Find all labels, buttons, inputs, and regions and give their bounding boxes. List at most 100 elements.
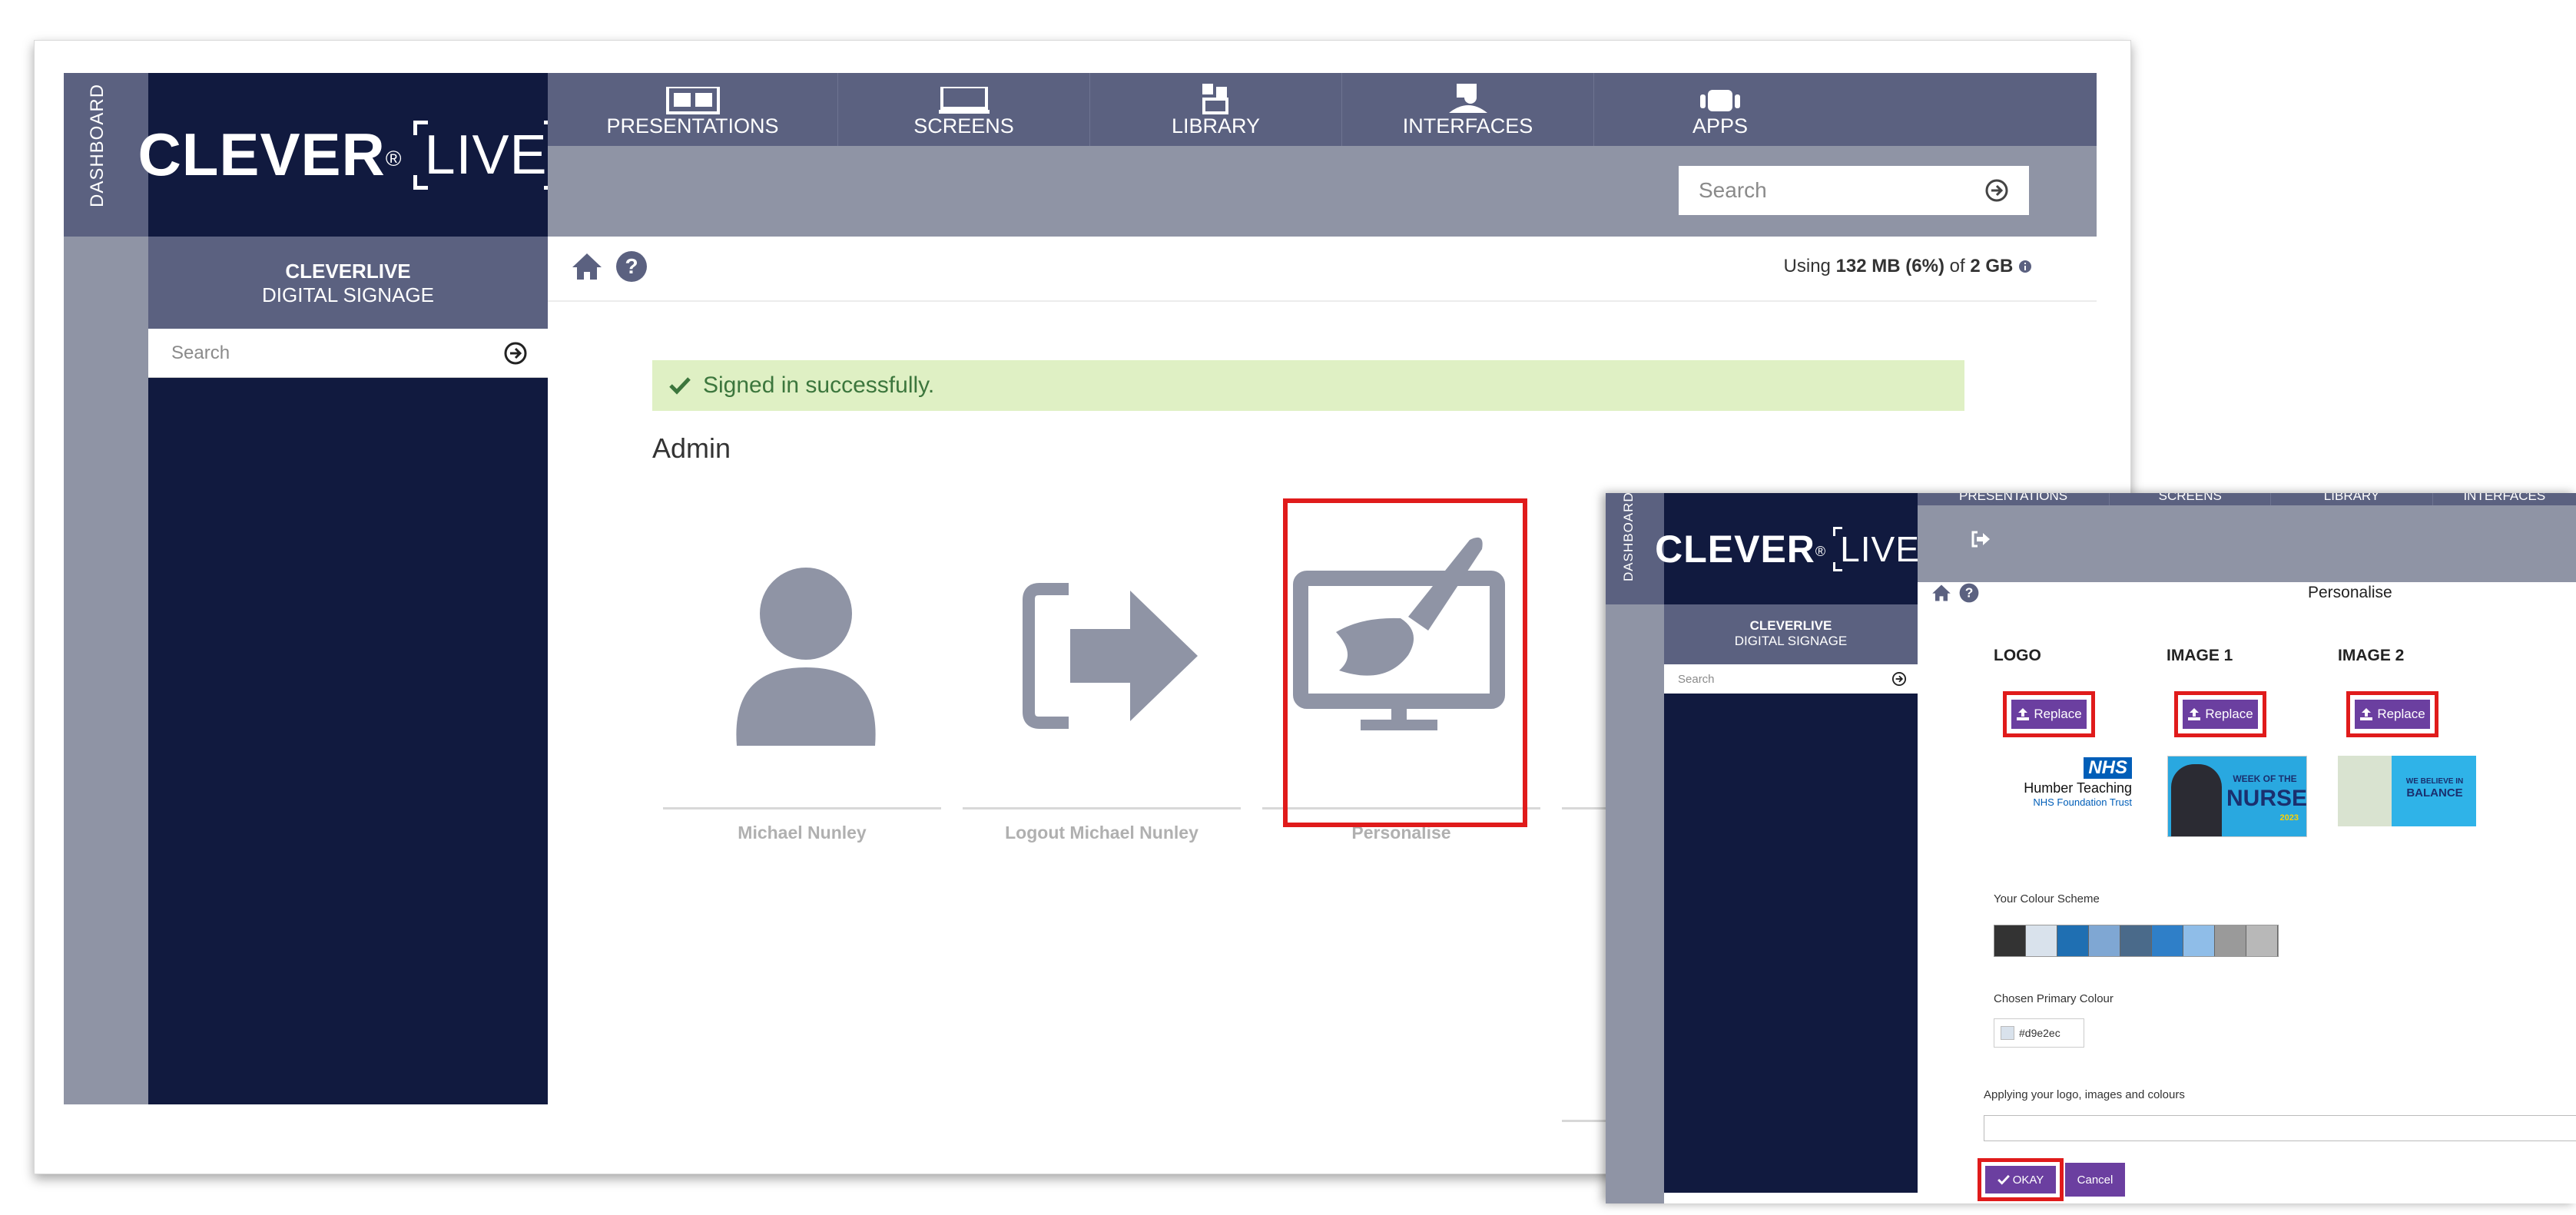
colour-swatch[interactable] xyxy=(2183,925,2215,956)
page-heading: Admin xyxy=(652,432,731,464)
search-placeholder: Search xyxy=(1699,178,1767,202)
logo-line2: NHS Foundation Trust xyxy=(2033,796,2132,808)
colour-swatch[interactable] xyxy=(2026,925,2057,956)
alert-text: Signed in successfully. xyxy=(703,372,935,398)
sidebar-title-line1: CLEVERLIVE xyxy=(285,260,411,283)
search-placeholder: Search xyxy=(171,342,230,363)
nav-library[interactable]: LIBRARY xyxy=(2271,493,2433,505)
tile-label: Logout Michael Nunley xyxy=(1005,823,1198,843)
colour-swatch[interactable] xyxy=(2152,925,2183,956)
colour-swatch[interactable] xyxy=(2215,925,2246,956)
home-icon[interactable] xyxy=(571,252,603,281)
progress-bar xyxy=(1984,1115,2576,1141)
colour-swatch[interactable] xyxy=(1994,925,2026,956)
logo-line1: Humber Teaching xyxy=(2024,780,2132,796)
go-arrow-icon[interactable] xyxy=(1891,671,1907,687)
personalise-window: DASHBOARD CLEVER ® LIVE PRESENTATIONS SC… xyxy=(1606,493,2576,1203)
nav-apps[interactable]: APPS xyxy=(1594,73,1846,146)
colour-swatch[interactable] xyxy=(2246,925,2278,956)
logo-preview: NHS Humber Teaching NHS Foundation Trust xyxy=(2009,757,2132,826)
highlight-personalise xyxy=(1283,498,1527,827)
help-icon[interactable]: ? xyxy=(615,250,648,283)
nav-screens[interactable]: SCREENS xyxy=(2110,493,2272,505)
image1-year: 2023 xyxy=(2279,813,2299,823)
brand-registered: ® xyxy=(385,147,402,171)
tile-rule-partial xyxy=(1562,807,1608,809)
interfaces-icon xyxy=(1448,84,1487,113)
nav-screens[interactable]: SCREENS xyxy=(838,73,1090,146)
colour-scheme-swatches xyxy=(1994,925,2279,957)
svg-text:?: ? xyxy=(1965,585,1974,601)
image1-preview: WEEK OF THE NURSE 2023 xyxy=(2167,756,2307,837)
nav-presentations[interactable]: PRESENTATIONS xyxy=(1918,493,2110,505)
signout-icon[interactable] xyxy=(1970,530,1991,548)
primary-colour-input[interactable]: #d9e2ec xyxy=(1994,1018,2084,1048)
dashboard-rail-lower xyxy=(1606,604,1664,1203)
brand-registered: ® xyxy=(1815,543,1826,559)
sidebar-title: CLEVERLIVE DIGITAL SIGNAGE xyxy=(1664,604,1918,664)
nav-presentations[interactable]: PRESENTATIONS xyxy=(548,73,838,146)
success-alert: Signed in successfully. xyxy=(652,360,1964,411)
go-arrow-icon[interactable] xyxy=(503,341,528,366)
brand-logo[interactable]: CLEVER ® LIVE xyxy=(138,73,559,237)
nav-label: APPS xyxy=(1692,114,1749,137)
user-icon xyxy=(736,568,876,746)
sidebar-search-input[interactable]: Search xyxy=(148,329,548,378)
image1-top: WEEK OF THE xyxy=(2233,773,2297,784)
nav-library[interactable]: LIBRARY xyxy=(1090,73,1342,146)
tile-user[interactable]: Michael Nunley xyxy=(663,517,941,843)
replace-logo-button[interactable]: Replace xyxy=(2003,691,2095,737)
nhs-badge: NHS xyxy=(2084,757,2132,779)
svg-text:?: ? xyxy=(625,254,638,278)
footer-rule xyxy=(1562,1120,1608,1122)
tile-logout[interactable]: Logout Michael Nunley xyxy=(963,517,1241,843)
nav-label: INTERFACES xyxy=(1402,114,1533,137)
colour-swatch[interactable] xyxy=(2089,925,2120,956)
person-photo xyxy=(2338,756,2392,826)
brand-logo[interactable]: CLEVER ® LIVE xyxy=(1655,493,1927,604)
brand-live: LIVE xyxy=(1833,526,1927,571)
presentations-icon xyxy=(665,87,720,114)
okay-button[interactable]: OKAY xyxy=(1978,1158,2064,1201)
nav-interfaces[interactable]: INTERFACES xyxy=(1342,73,1594,146)
nav-label: SCREENS xyxy=(913,114,1014,137)
colour-swatch[interactable] xyxy=(2120,925,2152,956)
brand-live: LIVE xyxy=(413,120,559,190)
sidebar-title-line1: CLEVERLIVE xyxy=(1749,618,1832,633)
nav-label: PRESENTATIONS xyxy=(606,114,779,137)
image2-preview: WE BELIEVE IN BALANCE xyxy=(2338,756,2476,826)
sub-bar xyxy=(1918,505,2576,582)
replace-image1-button[interactable]: Replace xyxy=(2174,691,2266,737)
top-search-input[interactable]: Search xyxy=(1679,166,2029,215)
check-icon xyxy=(1997,1174,2010,1185)
nav-label: LIBRARY xyxy=(1171,114,1261,137)
dashboard-label: DASHBOARD xyxy=(1621,493,1636,581)
help-icon[interactable]: ? xyxy=(1959,583,1979,603)
replace-image2-button[interactable]: Replace xyxy=(2346,691,2438,737)
column-title-image1: IMAGE 1 xyxy=(2167,647,2233,664)
column-title-image2: IMAGE 2 xyxy=(2338,647,2405,664)
sidebar-search-input[interactable]: Search xyxy=(1664,664,1918,694)
primary-colour-label: Chosen Primary Colour xyxy=(1994,992,2114,1005)
info-icon[interactable] xyxy=(2018,260,2032,273)
home-icon[interactable] xyxy=(1931,584,1951,602)
main-nav: PRESENTATIONS SCREENS LIBRARY INTERFACES… xyxy=(548,73,2097,146)
colour-scheme-label: Your Colour Scheme xyxy=(1994,892,2100,905)
dashboard-rail[interactable]: DASHBOARD xyxy=(64,73,148,237)
applying-label: Applying your logo, images and colours xyxy=(1984,1088,2185,1101)
column-title-logo: LOGO xyxy=(1994,647,2041,664)
check-icon xyxy=(669,377,691,395)
colour-swatch[interactable] xyxy=(2057,925,2089,956)
sidebar-title: CLEVERLIVE DIGITAL SIGNAGE xyxy=(148,237,548,329)
dashboard-rail-lower xyxy=(64,237,148,1104)
apps-icon xyxy=(1700,90,1740,111)
go-arrow-icon[interactable] xyxy=(1984,178,2009,203)
storage-usage: Using 132 MB (6%) of 2 GB xyxy=(1725,256,2032,277)
search-placeholder: Search xyxy=(1678,672,1715,686)
nav-interfaces[interactable]: INTERFACES xyxy=(2433,493,2576,505)
tile-label: Michael Nunley xyxy=(738,823,867,843)
image2-top: WE BELIEVE IN xyxy=(2405,777,2464,786)
logout-icon xyxy=(1023,583,1198,729)
cancel-button[interactable]: Cancel xyxy=(2065,1163,2125,1197)
person-photo xyxy=(2171,764,2222,836)
